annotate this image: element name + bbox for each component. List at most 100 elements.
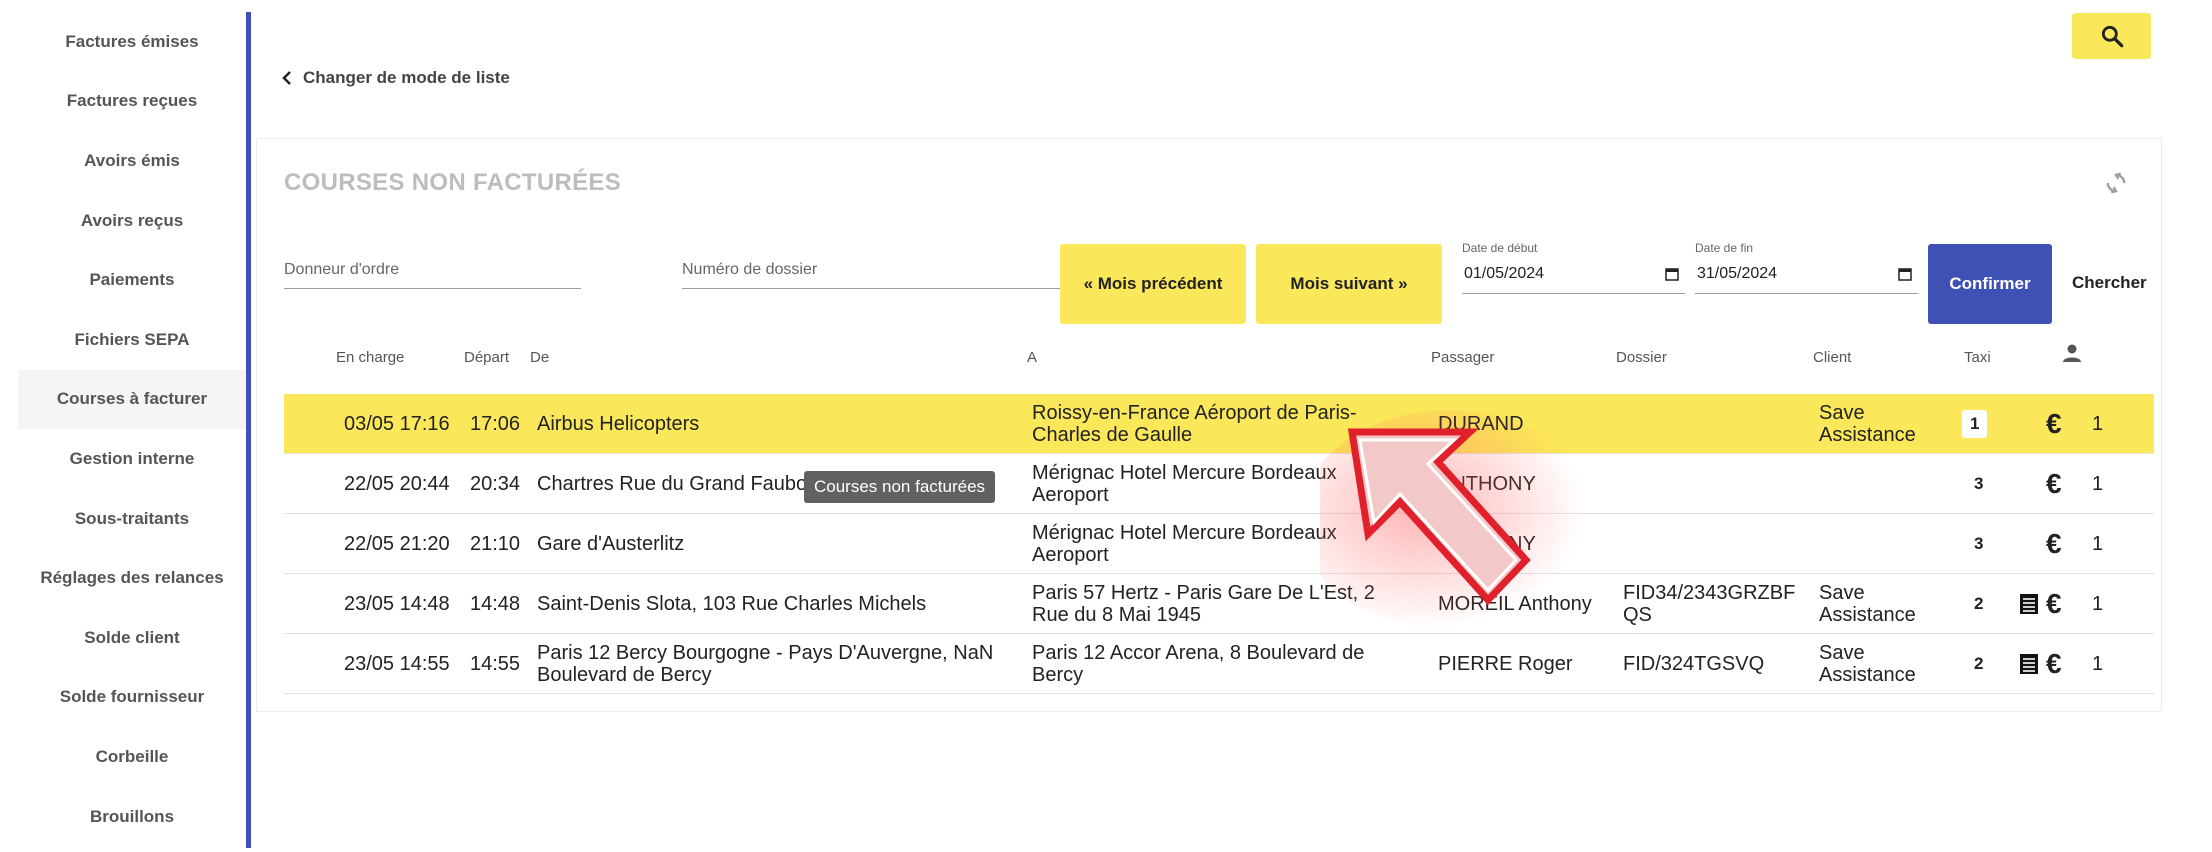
cell-client: Save Assistance — [1819, 642, 1916, 686]
card-title: COURSES NON FACTURÉES — [284, 169, 622, 196]
euro-icon[interactable]: € — [2046, 590, 2062, 618]
chevron-left-icon — [282, 71, 291, 85]
euro-icon[interactable]: € — [2046, 470, 2062, 498]
sidebar-menu: Factures émises Factures reçues Avoirs é… — [18, 12, 246, 846]
cell-en-charge: 23/05 14:55 — [344, 653, 450, 675]
column-dossier[interactable]: Dossier — [1616, 349, 1667, 366]
cell-de: Chartres Rue du Grand Faubo — [537, 473, 808, 495]
cell-client — [1819, 514, 1929, 574]
sidebar-item-brouillons[interactable]: Brouillons — [18, 787, 246, 847]
cell-passager: PIERRE Roger — [1438, 653, 1573, 675]
cell-depart: 21:10 — [470, 533, 521, 555]
sidebar-item-sous-traitants[interactable]: Sous-traitants — [18, 489, 246, 549]
end-date-value: 31/05/2024 — [1697, 265, 1778, 282]
field-underline — [284, 288, 581, 289]
cell-count: 1 — [2092, 653, 2104, 675]
cell-depart: 14:48 — [470, 593, 521, 615]
donneur-ordre-placeholder: Donneur d'ordre — [284, 261, 400, 278]
column-a[interactable]: A — [1027, 349, 1037, 366]
cell-dossier: FID34/2343GRZBF QS — [1623, 582, 1796, 626]
cell-depart: 20:34 — [470, 473, 521, 495]
search-icon — [2101, 25, 2123, 48]
column-taxi[interactable]: Taxi — [1964, 349, 1991, 366]
refresh-icon[interactable] — [2102, 169, 2130, 197]
column-en-charge[interactable]: En charge — [336, 349, 404, 366]
cell-en-charge: 22/05 21:20 — [344, 533, 450, 555]
cell-a: Paris 12 Accor Arena, 8 Boulevard de Ber… — [1032, 642, 1365, 686]
sidebar-item-fichiers-sepa[interactable]: Fichiers SEPA — [18, 310, 246, 370]
cell-a: Mérignac Hotel Mercure Bordeaux Aeroport — [1032, 522, 1337, 566]
cell-de: Paris 12 Bercy Bourgogne - Pays D'Auverg… — [537, 642, 994, 686]
calendar-icon[interactable] — [1898, 267, 1912, 281]
field-underline — [682, 288, 1065, 289]
sidebar: Factures émises Factures reçues Avoirs é… — [0, 0, 251, 852]
sidebar-item-avoirs-emis[interactable]: Avoirs émis — [18, 131, 246, 191]
cell-taxi[interactable]: 3 — [1974, 454, 1983, 514]
sidebar-divider — [246, 12, 251, 848]
cell-client — [1819, 454, 1929, 514]
cell-de: Airbus Helicopters — [537, 413, 700, 435]
sidebar-item-solde-client[interactable]: Solde client — [18, 608, 246, 668]
numero-dossier-field[interactable]: Numéro de dossier — [682, 261, 1065, 289]
cell-count: 1 — [2092, 533, 2104, 555]
cell-depart: 17:06 — [470, 413, 521, 435]
document-icon[interactable] — [2017, 652, 2041, 676]
table-row[interactable]: 22/05 21:20 21:10 Gare d'Austerlitz Méri… — [284, 514, 2154, 574]
cell-passager: ANTHONY — [1438, 473, 1536, 495]
cell-passager: ANTHONY — [1438, 533, 1536, 555]
cell-passager: DURAND — [1438, 413, 1524, 435]
sidebar-item-reglages-relances[interactable]: Réglages des relances — [18, 548, 246, 608]
sidebar-item-factures-emises[interactable]: Factures émises — [18, 12, 246, 72]
search-text-button[interactable]: Chercher — [2072, 273, 2147, 293]
table-row[interactable]: 22/05 20:44 20:34 Chartres Rue du Grand … — [284, 454, 2154, 514]
cell-taxi[interactable]: 2 — [1974, 574, 1983, 634]
cell-a: Paris 57 Hertz - Paris Gare De L'Est, 2 … — [1032, 582, 1375, 626]
end-date-label: Date de fin — [1695, 241, 1754, 255]
end-date-field[interactable]: Date de fin 31/05/2024 — [1695, 241, 1918, 294]
table-row[interactable]: 03/05 17:16 17:06 Airbus Helicopters Roi… — [284, 394, 2154, 454]
euro-icon[interactable]: € — [2046, 530, 2062, 558]
cell-en-charge: 23/05 14:48 — [344, 593, 450, 615]
search-button[interactable] — [2072, 13, 2151, 59]
sidebar-item-avoirs-recus[interactable]: Avoirs reçus — [18, 191, 246, 251]
cell-a: Mérignac Hotel Mercure Bordeaux Aeroport — [1032, 462, 1337, 506]
cell-dossier: FID/324TGSVQ — [1623, 653, 1765, 675]
euro-icon[interactable]: € — [2046, 650, 2062, 678]
sidebar-item-corbeille[interactable]: Corbeille — [18, 727, 246, 787]
change-list-mode-link[interactable]: Changer de mode de liste — [281, 68, 510, 88]
courses-card: COURSES NON FACTURÉES Donneur d'ordre Nu… — [256, 138, 2162, 712]
cell-depart: 14:55 — [470, 653, 521, 675]
euro-icon[interactable]: € — [2046, 410, 2062, 438]
start-date-value: 01/05/2024 — [1464, 265, 1545, 282]
sidebar-item-courses-a-facturer[interactable]: Courses à facturer — [18, 369, 246, 430]
confirm-button[interactable]: Confirmer — [1928, 244, 2052, 324]
table-header: En charge Départ De A Passager Dossier C… — [284, 337, 2154, 377]
cell-count: 1 — [2092, 593, 2104, 615]
next-month-button[interactable]: Mois suivant » — [1256, 244, 1442, 324]
taxi-badge[interactable]: 1 — [1962, 410, 1988, 438]
column-de[interactable]: De — [530, 349, 549, 366]
column-client[interactable]: Client — [1813, 349, 1851, 366]
cell-en-charge: 22/05 20:44 — [344, 473, 450, 495]
cell-passager: MOREIL Anthony — [1438, 593, 1592, 615]
table-row[interactable]: 23/05 14:48 14:48 Saint-Denis Slota, 103… — [284, 574, 2154, 634]
user-icon — [2063, 344, 2081, 362]
field-underline — [1695, 293, 1918, 294]
sidebar-item-solde-fournisseur[interactable]: Solde fournisseur — [18, 668, 246, 728]
cell-taxi[interactable]: 2 — [1974, 634, 1983, 694]
document-icon[interactable] — [2017, 592, 2041, 616]
previous-month-button[interactable]: « Mois précédent — [1060, 244, 1246, 324]
donneur-ordre-field[interactable]: Donneur d'ordre — [284, 261, 581, 289]
sidebar-item-factures-recues[interactable]: Factures reçues — [18, 72, 246, 132]
sidebar-item-gestion-interne[interactable]: Gestion interne — [18, 429, 246, 489]
column-passager[interactable]: Passager — [1431, 349, 1494, 366]
field-underline — [1462, 293, 1685, 294]
sidebar-item-paiements[interactable]: Paiements — [18, 250, 246, 310]
cell-taxi[interactable]: 3 — [1974, 514, 1983, 574]
cell-count: 1 — [2092, 473, 2104, 495]
start-date-field[interactable]: Date de début 01/05/2024 — [1462, 241, 1685, 294]
cell-count: 1 — [2092, 413, 2104, 435]
calendar-icon[interactable] — [1665, 267, 1679, 281]
column-depart[interactable]: Départ — [464, 349, 509, 366]
table-row[interactable]: 23/05 14:55 14:55 Paris 12 Bercy Bourgog… — [284, 634, 2154, 694]
